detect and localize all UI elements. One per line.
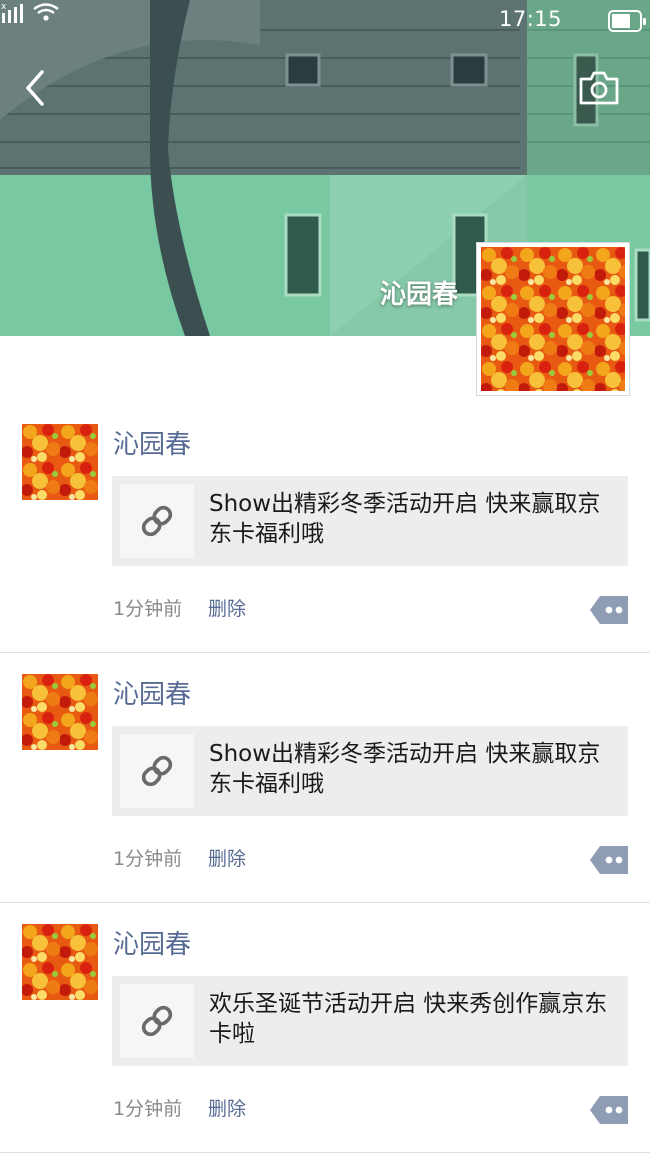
author-avatar[interactable] bbox=[22, 924, 98, 1000]
author-name[interactable]: 沁园春 bbox=[113, 424, 191, 461]
status-bar: x 17:15 bbox=[0, 0, 650, 44]
delete-button[interactable]: 删除 bbox=[208, 594, 246, 621]
camera-icon bbox=[579, 71, 619, 105]
link-card[interactable]: Show出精彩冬季活动开启 快来赢取京东卡福利哦 bbox=[112, 726, 628, 816]
author-avatar[interactable] bbox=[22, 424, 98, 500]
battery-icon bbox=[608, 10, 646, 32]
link-thumbnail bbox=[120, 484, 194, 558]
camera-button[interactable] bbox=[578, 70, 620, 106]
link-card[interactable]: Show出精彩冬季活动开启 快来赢取京东卡福利哦 bbox=[112, 476, 628, 566]
post-time: 1分钟前 bbox=[113, 598, 183, 620]
delete-button[interactable]: 删除 bbox=[208, 844, 246, 871]
author-avatar[interactable] bbox=[22, 674, 98, 750]
post-time: 1分钟前 bbox=[113, 1098, 183, 1120]
delete-button[interactable]: 删除 bbox=[208, 1094, 246, 1121]
link-thumbnail bbox=[120, 984, 194, 1058]
comment-more-icon[interactable] bbox=[590, 596, 628, 624]
comment-more-icon[interactable] bbox=[590, 846, 628, 874]
link-icon bbox=[141, 1005, 173, 1037]
link-icon bbox=[141, 755, 173, 787]
link-thumbnail bbox=[120, 734, 194, 808]
link-title: 欢乐圣诞节活动开启 快来秀创作赢京东卡啦 bbox=[209, 991, 608, 1047]
post-divider bbox=[0, 1152, 650, 1153]
post-time: 1分钟前 bbox=[113, 848, 183, 870]
status-time: 17:15 bbox=[498, 7, 562, 31]
profile-avatar[interactable] bbox=[476, 242, 630, 396]
avatar-image bbox=[481, 247, 625, 391]
svg-text:x: x bbox=[1, 2, 7, 12]
post-divider bbox=[0, 902, 650, 903]
link-icon bbox=[141, 505, 173, 537]
post-divider bbox=[0, 652, 650, 653]
link-title: Show出精彩冬季活动开启 快来赢取京东卡福利哦 bbox=[209, 491, 601, 547]
comment-more-icon[interactable] bbox=[590, 1096, 628, 1124]
signal-wifi-icon: x bbox=[1, 2, 59, 23]
back-button[interactable] bbox=[22, 68, 52, 108]
back-arrow-icon bbox=[26, 70, 44, 106]
author-name[interactable]: 沁园春 bbox=[113, 674, 191, 711]
profile-name: 沁园春 bbox=[379, 280, 458, 310]
author-name[interactable]: 沁园春 bbox=[113, 924, 191, 961]
link-title: Show出精彩冬季活动开启 快来赢取京东卡福利哦 bbox=[209, 741, 601, 797]
link-card[interactable]: 欢乐圣诞节活动开启 快来秀创作赢京东卡啦 bbox=[112, 976, 628, 1066]
